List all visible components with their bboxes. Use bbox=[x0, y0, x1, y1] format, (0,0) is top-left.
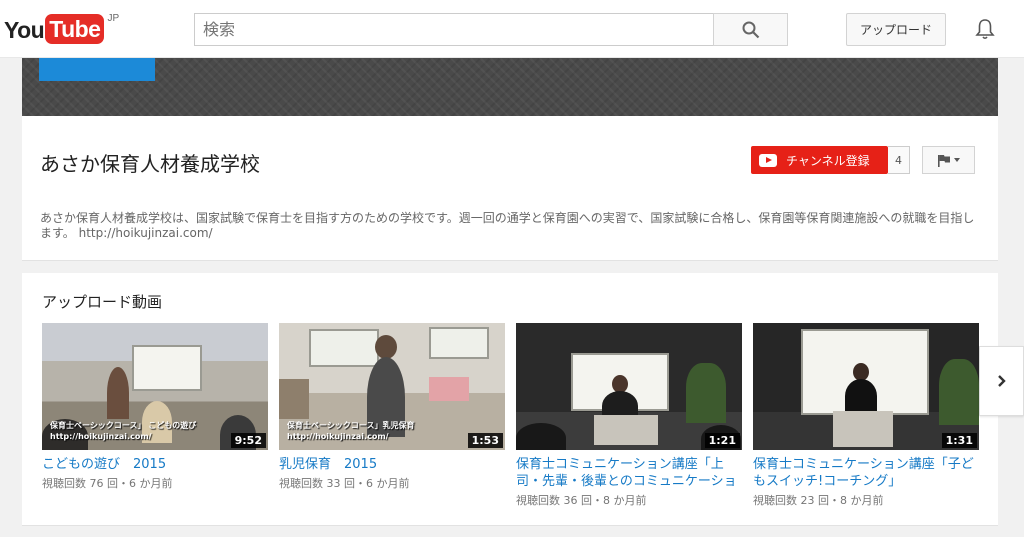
video-duration: 1:53 bbox=[467, 433, 503, 448]
bell-icon bbox=[975, 19, 995, 40]
podium-graphic bbox=[833, 411, 893, 447]
uploads-shelf: アップロード動画 保育士ベーシックコース」 こどもの遊び http://hoik… bbox=[22, 273, 998, 526]
podium-graphic bbox=[594, 415, 658, 445]
video-meta: 視聴回数 33 回・6 か月前 bbox=[279, 477, 410, 490]
whiteboard-graphic bbox=[429, 327, 489, 359]
thumbnail-caption-url: http://hoikujinzai.com/ bbox=[287, 432, 389, 441]
video-card[interactable]: 保育士ベーシックコース」 こどもの遊び http://hoikujinzai.c… bbox=[42, 323, 268, 491]
upload-button[interactable]: アップロード bbox=[846, 13, 946, 46]
logo-you-text: You bbox=[4, 17, 45, 43]
video-title[interactable]: こどもの遊び 2015 bbox=[42, 456, 268, 473]
channel-avatar[interactable] bbox=[39, 58, 155, 81]
person-graphic bbox=[107, 367, 129, 419]
person-head-graphic bbox=[375, 335, 397, 359]
channel-description: あさか保育人材養成学校は、国家試験で保育士を目指す方のための学校です。週一回の通… bbox=[40, 211, 975, 240]
video-duration: 9:52 bbox=[230, 433, 266, 448]
video-meta: 視聴回数 23 回・8 か月前 bbox=[753, 494, 884, 507]
channel-banner bbox=[22, 58, 998, 116]
youtube-play-icon bbox=[759, 153, 777, 167]
table-graphic bbox=[429, 377, 469, 401]
video-thumbnail[interactable]: 保育士ベーシックコース」 こどもの遊び http://hoikujinzai.c… bbox=[42, 323, 268, 450]
video-duration: 1:31 bbox=[941, 433, 977, 448]
subscribe-button[interactable]: チャンネル登録 bbox=[751, 146, 888, 174]
chevron-right-icon bbox=[997, 375, 1006, 387]
video-title[interactable]: 保育士コミュニケーション講座「上司・先輩・後輩とのコミュニケーション」 bbox=[516, 456, 742, 490]
video-card[interactable]: 1:31 保育士コミュニケーション講座「子どもスイッチ!コーチング」 視聴回数 … bbox=[753, 323, 979, 508]
search-icon bbox=[742, 21, 759, 38]
thumbnail-caption-url: http://hoikujinzai.com/ bbox=[50, 432, 152, 441]
search-input[interactable] bbox=[194, 13, 713, 46]
logo-region-label: JP bbox=[107, 13, 120, 24]
flag-icon bbox=[938, 154, 950, 167]
plant-graphic bbox=[686, 363, 726, 423]
video-card[interactable]: 1:21 保育士コミュニケーション講座「上司・先輩・後輩とのコミュニケーション」… bbox=[516, 323, 742, 508]
video-title[interactable]: 保育士コミュニケーション講座「子どもスイッチ!コーチング」 bbox=[753, 456, 979, 490]
plant-graphic bbox=[939, 359, 979, 425]
shelf-title[interactable]: アップロード動画 bbox=[42, 291, 162, 312]
video-thumbnail[interactable]: 1:31 bbox=[753, 323, 979, 450]
video-meta: 視聴回数 76 回・6 か月前 bbox=[42, 477, 173, 490]
thumbnail-caption: 保育士ベーシックコース」乳児保育 bbox=[287, 421, 415, 430]
youtube-logo[interactable]: You Tube JP bbox=[4, 13, 120, 46]
video-thumbnail[interactable]: 保育士ベーシックコース」乳児保育 http://hoikujinzai.com/… bbox=[279, 323, 505, 450]
video-card[interactable]: 保育士ベーシックコース」乳児保育 http://hoikujinzai.com/… bbox=[279, 323, 505, 491]
video-thumbnail[interactable]: 1:21 bbox=[516, 323, 742, 450]
whiteboard-graphic bbox=[132, 345, 202, 391]
chevron-down-icon bbox=[954, 158, 960, 162]
video-title[interactable]: 乳児保育 2015 bbox=[279, 456, 505, 473]
person-graphic bbox=[279, 379, 309, 419]
whiteboard-graphic bbox=[309, 329, 379, 367]
subscriber-count: 4 bbox=[888, 146, 910, 174]
masthead: You Tube JP アップロード bbox=[0, 0, 1024, 58]
channel-header: あさか保育人材養成学校 チャンネル登録 4 あさか保育人材養成学校は、国家試験で… bbox=[22, 116, 998, 261]
subscribe-label: チャンネル登録 bbox=[786, 153, 870, 168]
video-duration: 1:21 bbox=[704, 433, 740, 448]
person-graphic bbox=[516, 423, 566, 450]
channel-title[interactable]: あさか保育人材養成学校 bbox=[40, 148, 260, 177]
search-button[interactable] bbox=[713, 13, 788, 46]
thumbnail-caption: 保育士ベーシックコース」 こどもの遊び bbox=[50, 421, 197, 430]
logo-tube-text: Tube bbox=[45, 14, 105, 44]
notifications-button[interactable] bbox=[973, 16, 997, 42]
flag-button[interactable] bbox=[922, 146, 975, 174]
shelf-next-button[interactable] bbox=[979, 346, 1024, 416]
video-meta: 視聴回数 36 回・8 か月前 bbox=[516, 494, 647, 507]
person-graphic bbox=[845, 379, 877, 413]
